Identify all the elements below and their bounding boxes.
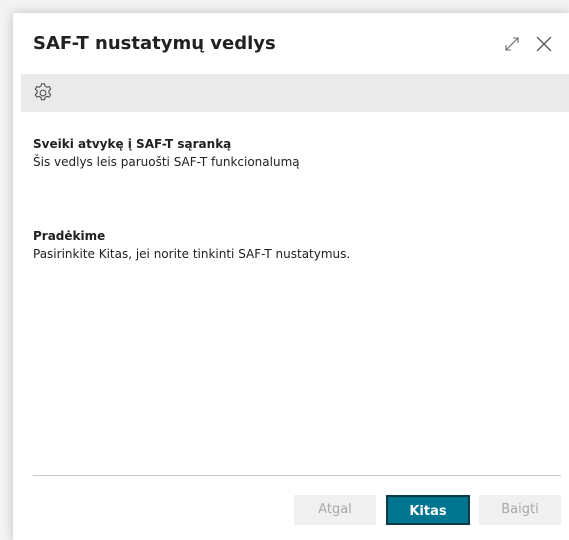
expand-icon[interactable] bbox=[505, 37, 519, 51]
footer-divider bbox=[33, 475, 561, 476]
start-heading: Pradėkime bbox=[33, 229, 106, 243]
finish-button[interactable]: Baigti bbox=[479, 495, 561, 525]
gear-icon bbox=[34, 83, 52, 101]
next-button[interactable]: Kitas bbox=[386, 495, 470, 525]
welcome-heading: Sveiki atvykę į SAF-T sąranką bbox=[33, 137, 232, 151]
welcome-text: Šis vedlys leis paruošti SAF-T funkciona… bbox=[33, 155, 300, 169]
wizard-dialog: SAF-T nustatymų vedlys Sveiki atvykę į S… bbox=[13, 13, 569, 540]
dialog-title: SAF-T nustatymų vedlys bbox=[33, 33, 276, 54]
back-button[interactable]: Atgal bbox=[294, 495, 376, 525]
close-icon[interactable] bbox=[535, 35, 553, 53]
wizard-toolbar bbox=[21, 74, 569, 112]
start-section: Pradėkime Pasirinkite Kitas, jei norite … bbox=[33, 227, 350, 263]
start-text: Pasirinkite Kitas, jei norite tinkinti S… bbox=[33, 247, 351, 261]
welcome-section: Sveiki atvykę į SAF-T sąranką Šis vedlys… bbox=[33, 135, 300, 171]
